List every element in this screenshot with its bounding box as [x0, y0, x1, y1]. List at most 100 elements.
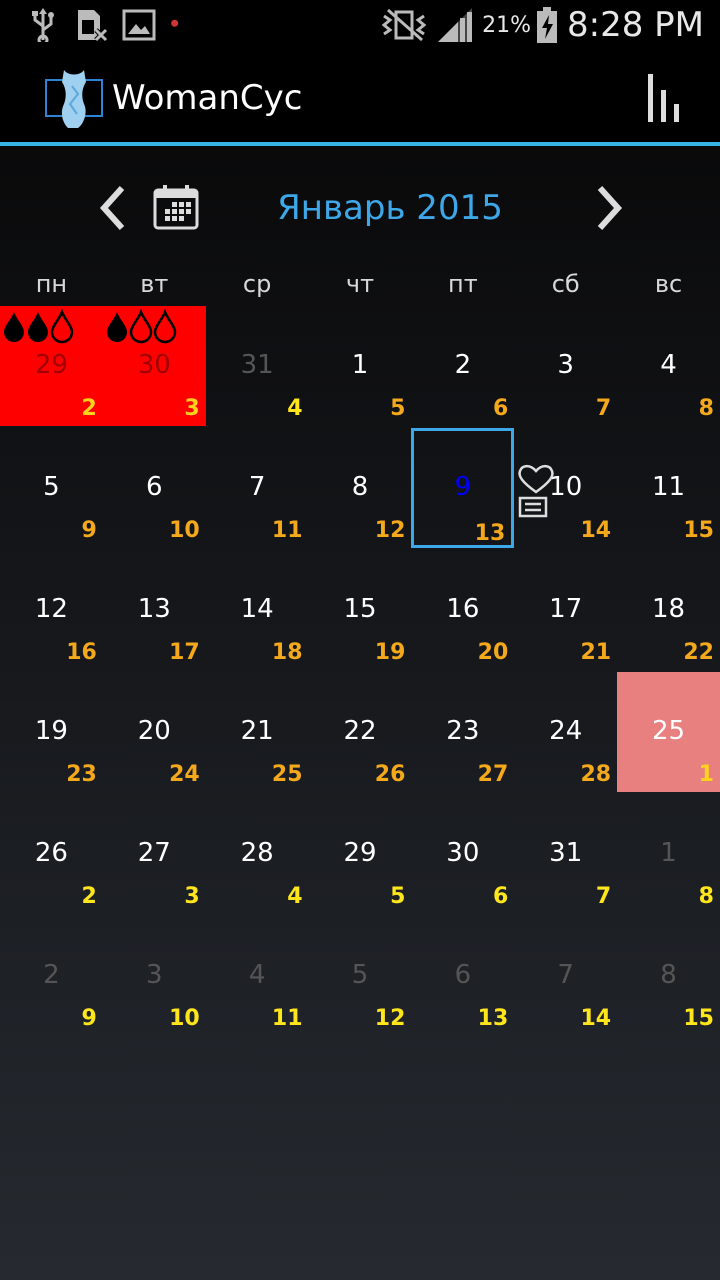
cycle-day-number: 2 [81, 396, 97, 421]
day-number: 3 [145, 960, 163, 990]
cycle-day-number: 13 [477, 1006, 509, 1031]
weekday-label: сб [551, 270, 580, 298]
calendar-day-cell[interactable]: 29 [0, 916, 103, 1036]
calendar-day-cell[interactable]: 7 11 [206, 428, 309, 548]
day-number: 14 [240, 594, 274, 624]
day-number: 30 [137, 350, 171, 380]
calendar-week-row: 5 9 6 10 7 11 8 12 9 13 10 14 11 15 [0, 428, 720, 550]
calendar-day-cell[interactable]: 27 3 [103, 794, 206, 914]
calendar-day-cell[interactable]: 6 13 [411, 916, 514, 1036]
cycle-day-number: 5 [390, 396, 406, 421]
calendar-day-cell[interactable]: 17 21 [514, 550, 617, 670]
usb-icon [32, 8, 54, 42]
calendar-day-cell[interactable]: 15 [309, 306, 412, 426]
stats-bar-chart-icon[interactable] [644, 72, 684, 124]
calendar-day-cell[interactable]: 28 4 [206, 794, 309, 914]
calendar-day-cell[interactable]: 21 25 [206, 672, 309, 792]
calendar-day-cell[interactable]: 30 3 [102, 306, 206, 426]
calendar-day-cell[interactable]: 14 18 [206, 550, 309, 670]
cycle-day-number: 3 [184, 884, 200, 909]
cycle-day-number: 18 [271, 640, 303, 665]
day-number: 1 [351, 350, 369, 380]
calendar-day-cell[interactable]: 26 [411, 306, 514, 426]
cycle-day-number: 11 [271, 1006, 303, 1031]
calendar-day-cell[interactable]: 31 4 [206, 306, 309, 426]
calendar-day-cell[interactable]: 23 27 [411, 672, 514, 792]
chevron-right-icon[interactable] [592, 184, 626, 232]
day-number: 7 [557, 960, 574, 990]
calendar-day-cell[interactable]: 6 10 [103, 428, 206, 548]
day-number: 4 [248, 960, 266, 990]
day-number: 17 [549, 594, 583, 624]
calendar-day-cell[interactable]: 5 12 [309, 916, 412, 1036]
calendar-day-cell[interactable]: 7 14 [514, 916, 617, 1036]
blood-drops-icon [106, 308, 177, 344]
calendar-day-cell[interactable]: 13 17 [103, 550, 206, 670]
battery-charging-icon [537, 7, 557, 43]
heart-note-icon [518, 464, 554, 518]
cycle-day-number: 5 [390, 884, 406, 909]
month-navigation: Январь 2015 [0, 178, 720, 238]
calendar-day-cell[interactable]: 48 [617, 306, 720, 426]
cycle-day-number: 6 [492, 884, 509, 909]
cycle-day-number: 2 [81, 884, 97, 909]
calendar-day-cell[interactable]: 31 7 [514, 794, 617, 914]
cycle-day-number: 4 [287, 884, 303, 909]
calendar-day-cell[interactable]: 19 23 [0, 672, 103, 792]
cycle-day-number: 20 [477, 640, 509, 665]
calendar-week-row: 29 2 30 3 31 4 1 5 2 6 3 7 4 8 [0, 306, 720, 428]
calendar-day-cell[interactable]: 12 16 [0, 550, 103, 670]
calendar-day-cell[interactable]: 29 2 [0, 306, 103, 426]
calendar-grid: 29 2 30 3 31 4 1 5 2 6 3 7 4 8 5 9 6 10 7 11 8 12 9 13 10 14 11 15 1… [0, 306, 720, 1038]
calendar-day-cell[interactable]: 25 1 [617, 672, 720, 792]
cycle-day-number: 21 [580, 640, 612, 665]
calendar-day-cell[interactable]: 18 [617, 794, 720, 914]
cycle-day-number: 28 [580, 762, 612, 787]
month-title[interactable]: Январь 2015 [230, 188, 550, 228]
cycle-day-number: 9 [81, 1006, 97, 1031]
image-icon [122, 9, 156, 41]
cycle-day-number: 3 [184, 396, 200, 421]
calendar-day-cell[interactable]: 8 15 [617, 916, 720, 1036]
cycle-day-number: 27 [477, 762, 509, 787]
day-number: 23 [446, 716, 480, 746]
weekday-header: пн вт ср чт пт сб вс [0, 270, 720, 306]
calendar-day-cell[interactable]: 18 22 [617, 550, 720, 670]
day-number: 30 [446, 838, 480, 868]
day-number: 19 [34, 716, 68, 746]
app-logo-icon[interactable] [44, 68, 104, 128]
calendar-day-cell[interactable]: 22 26 [309, 672, 412, 792]
calendar-day-cell[interactable]: 4 11 [206, 916, 309, 1036]
calendar-day-cell[interactable]: 9 13 [411, 428, 515, 548]
weekday-label: чт [345, 270, 375, 298]
day-number: 3 [557, 350, 574, 380]
calendar-day-cell[interactable]: 20 24 [103, 672, 206, 792]
calendar-picker-icon[interactable] [152, 184, 200, 230]
calendar-day-cell[interactable]: 3 10 [103, 916, 206, 1036]
app-title: WomanCyc [112, 78, 303, 118]
weekday-label: вс [654, 270, 683, 298]
day-number: 21 [240, 716, 274, 746]
cycle-day-number: 8 [698, 884, 714, 909]
day-number: 27 [137, 838, 171, 868]
signal-icon [438, 8, 473, 42]
calendar-day-cell[interactable]: 59 [0, 428, 103, 548]
calendar-day-cell[interactable]: 26 2 [0, 794, 103, 914]
day-number: 31 [240, 350, 274, 380]
calendar-week-row: 12 16 13 17 14 18 15 19 16 20 17 21 18 22 [0, 550, 720, 672]
calendar-day-cell[interactable]: 15 19 [309, 550, 412, 670]
calendar-day-cell[interactable]: 16 20 [411, 550, 514, 670]
calendar-week-row: 2 9 3 10 4 11 5 12 6 13 7 14 8 15 [0, 916, 720, 1038]
calendar-day-cell[interactable]: 24 28 [514, 672, 617, 792]
calendar-day-cell[interactable]: 37 [514, 306, 617, 426]
calendar-day-cell[interactable]: 30 6 [411, 794, 514, 914]
day-number: 29 [34, 350, 68, 380]
calendar-day-cell[interactable]: 8 12 [309, 428, 412, 548]
cycle-day-number: 24 [169, 762, 200, 787]
cycle-day-number: 19 [374, 640, 406, 665]
calendar-day-cell[interactable]: 11 15 [617, 428, 720, 548]
day-number: 28 [240, 838, 274, 868]
chevron-left-icon[interactable] [96, 184, 130, 232]
calendar-day-cell[interactable]: 29 5 [309, 794, 412, 914]
day-number: 20 [137, 716, 171, 746]
